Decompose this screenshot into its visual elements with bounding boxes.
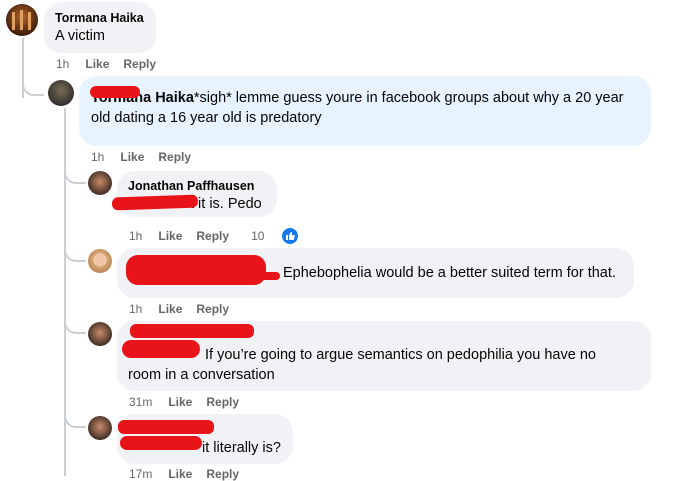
like-button[interactable]: Like: [168, 395, 192, 409]
comment-time[interactable]: 17m: [129, 467, 152, 481]
comment-author[interactable]: Tormana Haika: [55, 11, 145, 25]
comment-text: Tormana Haika*sigh* lemme guess youre in…: [91, 88, 639, 128]
comment-time[interactable]: 1h: [91, 150, 104, 164]
redaction-mark: [126, 255, 266, 285]
avatar[interactable]: [88, 322, 112, 346]
comment-body-line: If you’re going to argue semantics on pe…: [205, 347, 596, 363]
comment-actions: 31m Like Reply: [129, 395, 253, 409]
avatar[interactable]: [48, 80, 74, 106]
thumbs-up-icon: [280, 226, 301, 246]
avatar[interactable]: [88, 416, 112, 440]
comment-actions: 1h Like Reply: [129, 302, 243, 316]
comment-actions: 17m Like Reply: [129, 467, 253, 481]
redaction-mark: [90, 86, 140, 98]
comment-time[interactable]: 1h: [129, 229, 142, 243]
like-button[interactable]: Like: [158, 302, 182, 316]
comment-time[interactable]: 1h: [56, 57, 69, 71]
comment-body: Ephebophelia would be a better suited te…: [283, 265, 616, 281]
redaction-mark: [118, 420, 214, 434]
redaction-mark: [210, 272, 280, 280]
avatar[interactable]: [6, 4, 38, 36]
reply-button[interactable]: Reply: [196, 229, 229, 243]
reaction-count[interactable]: 10: [251, 226, 314, 246]
comment-time[interactable]: 1h: [129, 302, 142, 316]
redaction-mark: [120, 436, 202, 450]
reply-button[interactable]: Reply: [206, 395, 239, 409]
reply-button[interactable]: Reply: [206, 467, 239, 481]
comment-actions: 1h Like Reply 10: [129, 226, 328, 246]
thread-connector: [22, 78, 44, 96]
avatar-pattern: [12, 10, 31, 30]
comment-body-line: room in a conversation: [128, 367, 275, 383]
comment-text: If you’re going to argue semantics on pe…: [128, 345, 640, 385]
redaction-mark: [130, 324, 254, 338]
reaction-count-label: 10: [251, 229, 265, 243]
like-button[interactable]: Like: [85, 57, 109, 71]
comment-body: it literally is?: [202, 440, 281, 456]
thread-connector: [64, 412, 86, 428]
comment-body: t it is. Pedo: [190, 196, 262, 212]
like-button[interactable]: Like: [158, 229, 182, 243]
like-button[interactable]: Like: [120, 150, 144, 164]
comment-author[interactable]: Jonathan Paffhausen: [128, 179, 266, 193]
comment-bubble: Jonathan Paffhausen t it is. Pedo: [117, 171, 277, 217]
like-button[interactable]: Like: [168, 467, 192, 481]
comment-time[interactable]: 31m: [129, 395, 152, 409]
comment-text: A victim: [55, 28, 105, 44]
avatar[interactable]: [88, 249, 112, 273]
comment-actions: 1h Like Reply: [56, 57, 170, 71]
comment-bubble: Tormana Haika*sigh* lemme guess youre in…: [79, 76, 651, 146]
avatar[interactable]: [88, 171, 112, 195]
comment-bubble: Tormana Haika A victim: [44, 2, 156, 53]
comment-actions: 1h Like Reply: [91, 150, 205, 164]
redaction-mark: [122, 340, 200, 358]
thread-connector: [64, 168, 86, 184]
reply-button[interactable]: Reply: [158, 150, 191, 164]
reply-button[interactable]: Reply: [196, 302, 229, 316]
reply-button[interactable]: Reply: [123, 57, 156, 71]
thread-connector: [64, 318, 86, 334]
thread-connector: [64, 246, 86, 262]
